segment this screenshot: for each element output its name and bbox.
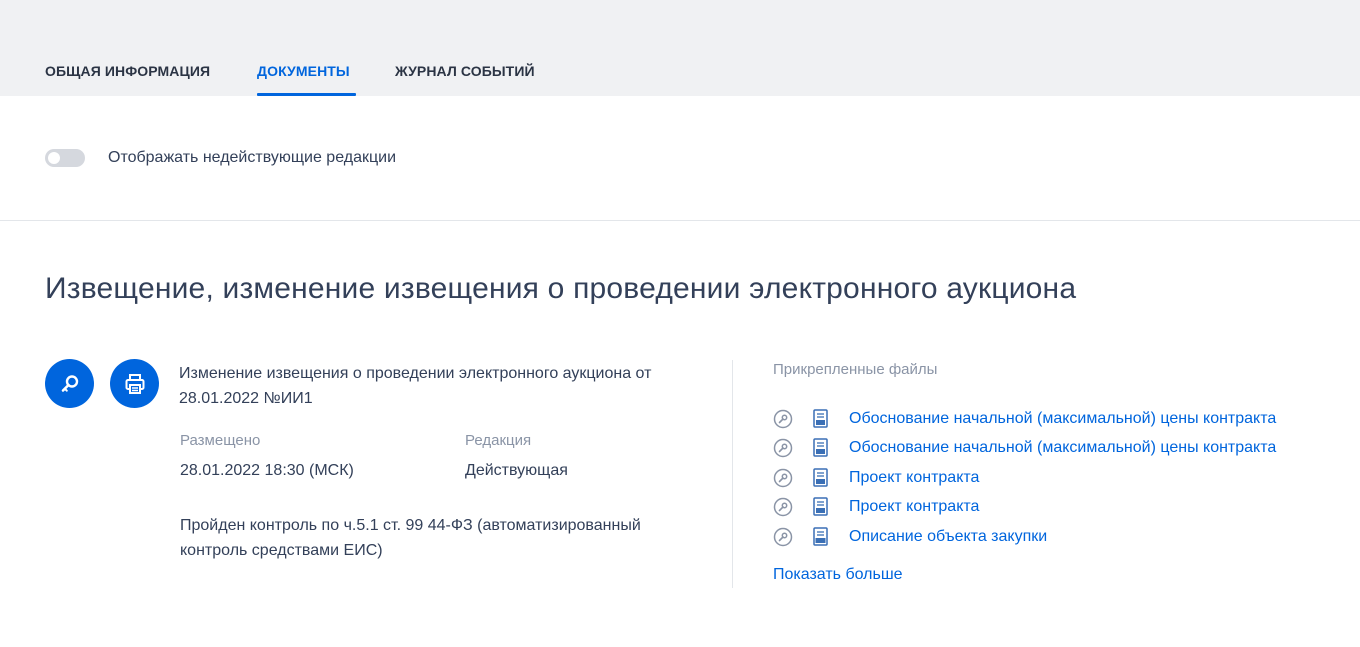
doc-file-icon: [811, 409, 831, 429]
placed-value: 28.01.2022 18:30 (МСК): [180, 462, 354, 479]
tab-documents[interactable]: ДОКУМЕНТЫ: [257, 63, 350, 79]
edition-value: Действующая: [465, 462, 568, 479]
section-title: Извещение, изменение извещения о проведе…: [45, 272, 1077, 305]
file-item: Обоснование начальной (максимальной) цен…: [773, 434, 1276, 464]
edition-label: Редакция: [465, 432, 532, 449]
view-signature-button[interactable]: [45, 359, 94, 408]
attached-files-header: Прикрепленные файлы: [773, 361, 938, 378]
print-button[interactable]: [110, 359, 159, 408]
tab-event-log[interactable]: ЖУРНАЛ СОБЫТИЙ: [395, 63, 535, 79]
doc-file-icon: [811, 438, 831, 458]
signature-icon[interactable]: [773, 497, 793, 517]
key-search-icon: [61, 374, 78, 392]
inactive-editions-toggle-row: Отображать недействующие редакции: [45, 148, 396, 168]
file-link[interactable]: Обоснование начальной (максимальной) цен…: [849, 410, 1276, 428]
file-link[interactable]: Обоснование начальной (максимальной) цен…: [849, 439, 1276, 457]
file-link[interactable]: Проект контракта: [849, 498, 979, 516]
docx-file-icon: [811, 527, 831, 547]
doc-file-icon: [811, 497, 831, 517]
doc-file-icon: [811, 468, 831, 488]
inactive-editions-toggle[interactable]: [45, 149, 85, 167]
file-item: Проект контракта: [773, 463, 1276, 493]
tabs-bar: ОБЩАЯ ИНФОРМАЦИЯ ДОКУМЕНТЫ ЖУРНАЛ СОБЫТИ…: [0, 0, 1360, 96]
file-link[interactable]: Проект контракта: [849, 469, 979, 487]
placed-label: Размещено: [180, 432, 261, 449]
control-note: Пройден контроль по ч.5.1 ст. 99 44-ФЗ (…: [180, 517, 641, 559]
file-item: Проект контракта: [773, 493, 1276, 523]
document-title: Изменение извещения о проведении электро…: [179, 365, 652, 407]
signature-icon[interactable]: [773, 438, 793, 458]
show-more-link[interactable]: Показать больше: [773, 566, 903, 584]
divider: [0, 220, 1360, 221]
file-link[interactable]: Описание объекта закупки: [849, 528, 1047, 546]
printer-icon: [125, 373, 144, 394]
toggle-label: Отображать недействующие редакции: [108, 149, 397, 166]
file-item: Обоснование начальной (максимальной) цен…: [773, 404, 1276, 434]
toggle-knob: [48, 152, 60, 164]
signature-icon[interactable]: [773, 409, 793, 429]
tab-general-info[interactable]: ОБЩАЯ ИНФОРМАЦИЯ: [45, 63, 210, 79]
column-divider: [732, 360, 733, 588]
signature-icon[interactable]: [773, 527, 793, 547]
file-item: Описание объекта закупки: [773, 522, 1276, 552]
active-tab-indicator: [257, 93, 356, 96]
signature-icon[interactable]: [773, 468, 793, 488]
attached-files-list: Обоснование начальной (максимальной) цен…: [773, 404, 1276, 552]
